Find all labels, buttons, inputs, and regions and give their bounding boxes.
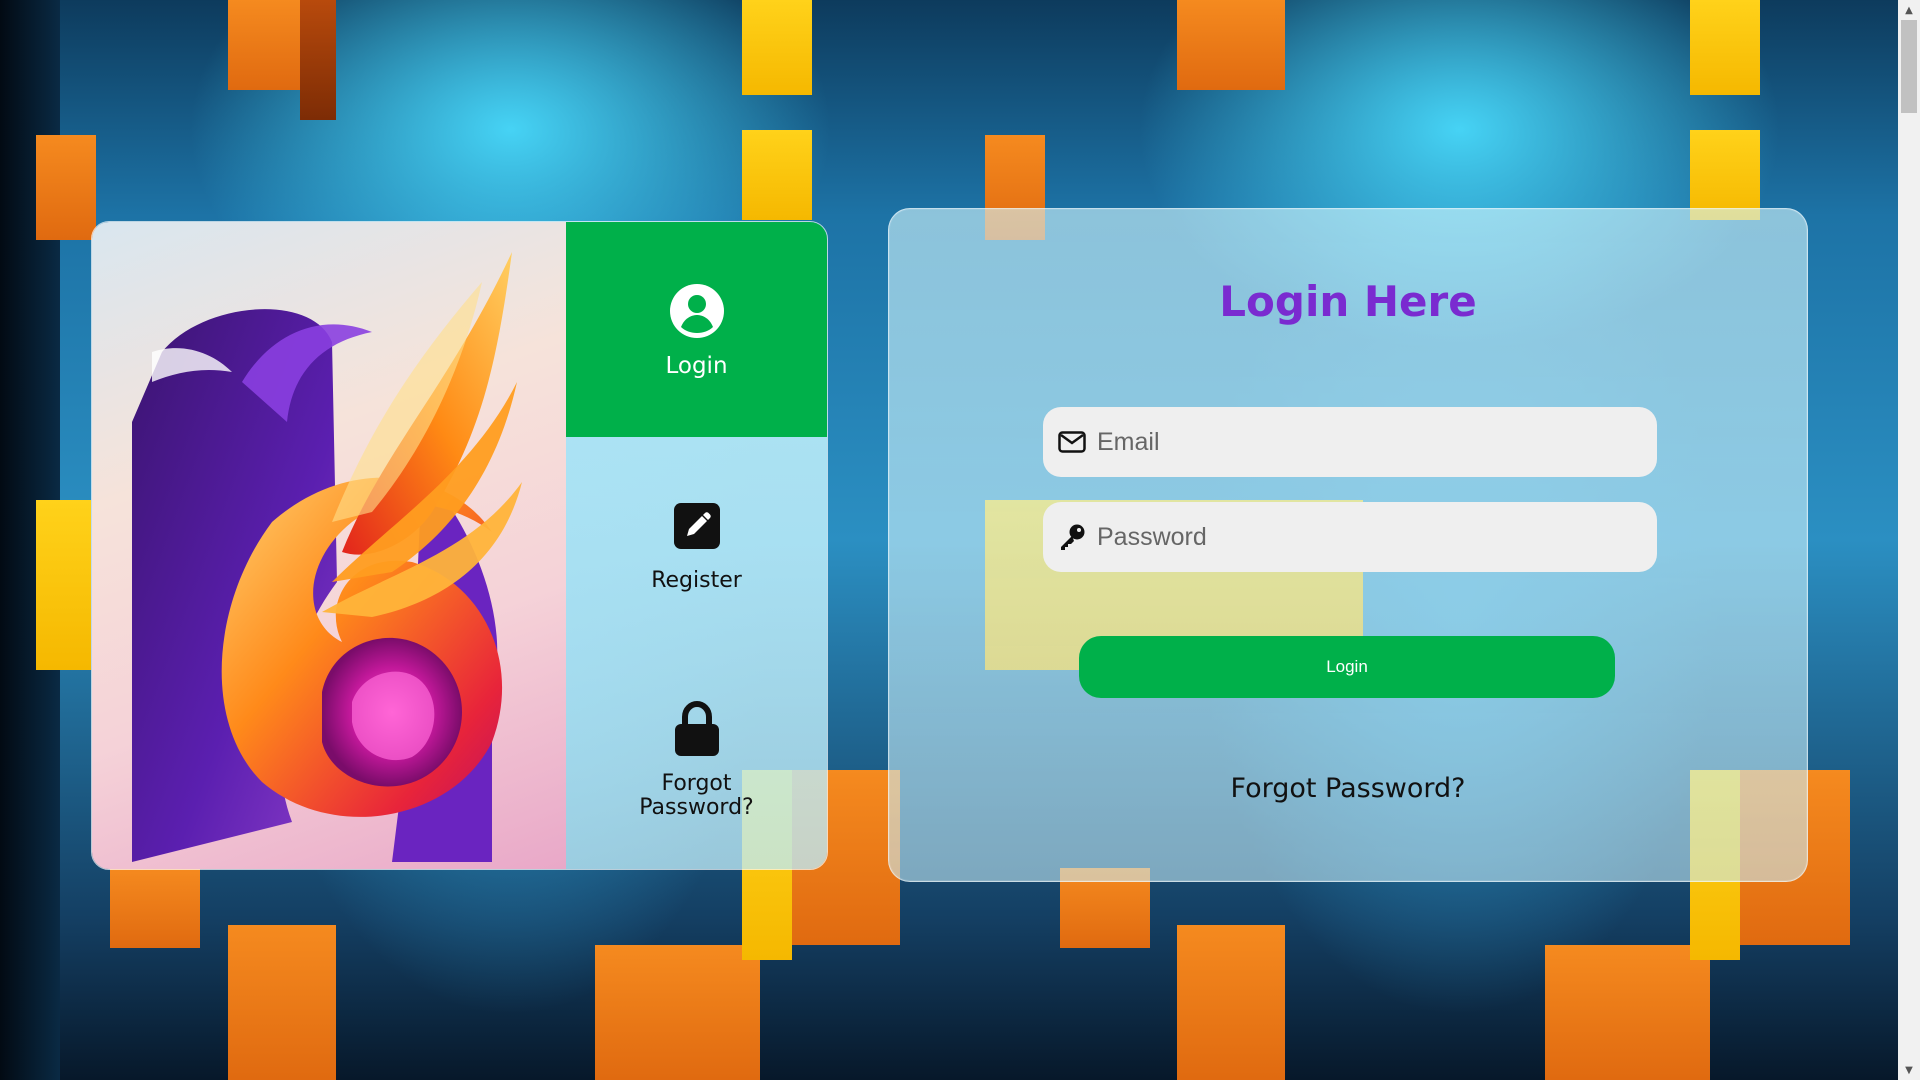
email-field-wrapper	[1043, 406, 1657, 478]
orange-block-side	[300, 0, 336, 120]
password-input[interactable]	[1087, 501, 1657, 573]
menu-item-forgot-password[interactable]: Forgot Password?	[566, 652, 827, 867]
menu-item-login[interactable]: Login	[566, 222, 827, 437]
side-menu: Login Register Forgot Password?	[566, 222, 827, 869]
lock-icon	[668, 700, 726, 758]
nav-card: Login Register Forgot Password?	[91, 221, 828, 870]
vertical-scrollbar[interactable]: ▲ ▼	[1898, 0, 1920, 1080]
email-input[interactable]	[1087, 406, 1657, 478]
orange-block	[1177, 0, 1285, 90]
yellow-block	[1690, 0, 1760, 95]
login-button[interactable]: Login	[1079, 636, 1615, 698]
yellow-block	[742, 0, 812, 95]
orange-block	[1177, 925, 1285, 1080]
envelope-icon	[1057, 427, 1087, 457]
yellow-block	[36, 500, 91, 670]
forgot-password-link[interactable]: Forgot Password?	[889, 773, 1807, 804]
user-circle-icon	[668, 282, 726, 340]
orange-block	[110, 868, 200, 948]
yellow-block	[742, 130, 812, 220]
page-title: Login Here	[1219, 277, 1477, 326]
orange-block	[1545, 945, 1710, 1080]
phoenix-swirl-illustration	[132, 252, 522, 862]
scroll-up-arrow-icon[interactable]: ▲	[1898, 0, 1920, 20]
login-card: Login Here Login Forgot Password?	[888, 208, 1808, 882]
menu-label-forgot-password: Forgot Password?	[639, 770, 754, 820]
yellow-block	[1690, 130, 1760, 220]
scrollbar-thumb[interactable]	[1901, 20, 1917, 113]
password-field-wrapper	[1043, 501, 1657, 573]
edit-square-icon	[668, 497, 726, 555]
orange-block	[595, 945, 760, 1080]
orange-block	[36, 135, 96, 240]
menu-label-register: Register	[651, 567, 742, 593]
orange-block	[228, 925, 336, 1080]
menu-item-register[interactable]: Register	[566, 437, 827, 652]
menu-label-login: Login	[665, 352, 728, 379]
phoenix-logo-artwork	[92, 222, 566, 869]
scroll-down-arrow-icon[interactable]: ▼	[1898, 1060, 1920, 1080]
key-icon	[1057, 522, 1087, 552]
